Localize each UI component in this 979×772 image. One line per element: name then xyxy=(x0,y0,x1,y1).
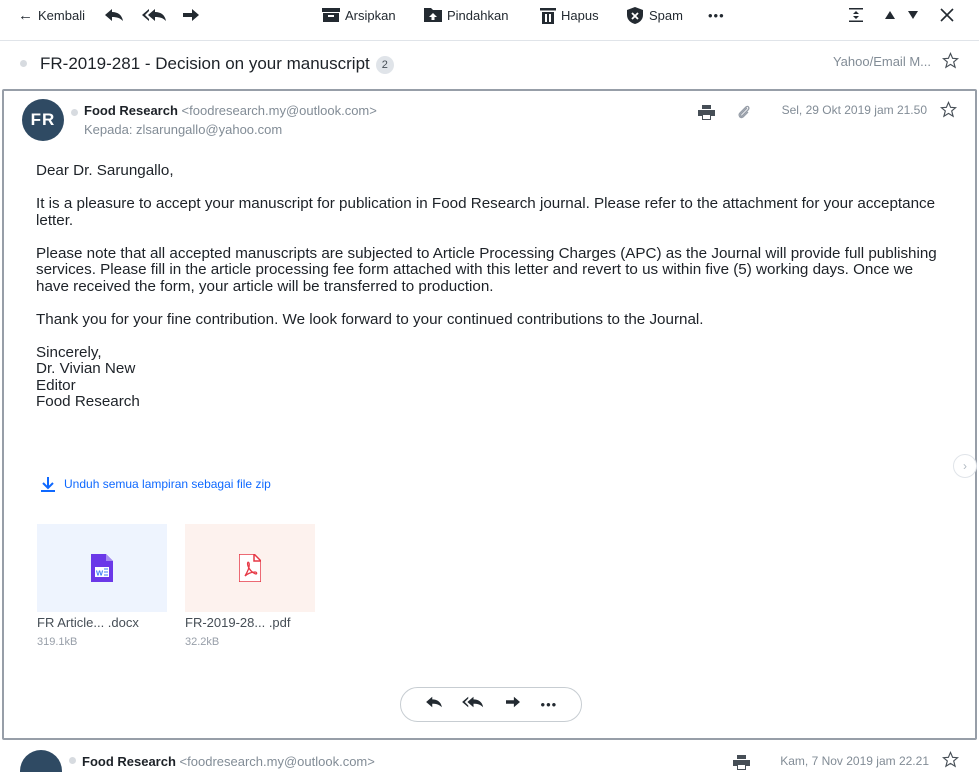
more-icon: ••• xyxy=(708,7,725,23)
close-button[interactable] xyxy=(940,0,954,30)
trash-icon xyxy=(540,7,556,24)
star-icon xyxy=(941,51,960,69)
sender-email: <foodresearch.my@outlook.com> xyxy=(179,754,375,769)
expand-icon xyxy=(849,8,863,22)
attachment-pdf[interactable] xyxy=(185,524,315,612)
reply-icon xyxy=(425,696,442,708)
message-actions: ••• xyxy=(400,687,582,722)
sender-email: <foodresearch.my@outlook.com> xyxy=(181,103,377,118)
avatar-initials: FR xyxy=(30,110,56,129)
printer-icon xyxy=(733,755,750,770)
read-dot xyxy=(71,109,78,116)
signature: Sincerely, Dr. Vivian New Editor Food Re… xyxy=(36,343,946,411)
forward-button[interactable] xyxy=(505,695,521,714)
arrow-left-icon: ← xyxy=(18,6,33,24)
download-zip-label: Unduh semua lampiran sebagai file zip xyxy=(64,477,271,491)
message-date: Sel, 29 Okt 2019 jam 21.50 xyxy=(781,103,927,117)
avatar: FR xyxy=(22,99,64,141)
message-star-button[interactable] xyxy=(939,100,958,123)
forward-button[interactable] xyxy=(182,0,200,30)
download-zip-link[interactable]: Unduh semua lampiran sebagai file zip xyxy=(40,476,271,492)
move-folder-icon xyxy=(424,8,442,22)
attachment-name[interactable]: FR-2019-28... .pdf xyxy=(185,615,291,630)
signature-line: Editor xyxy=(36,376,76,394)
forward-icon xyxy=(505,696,520,708)
reply-icon xyxy=(105,9,123,21)
star-icon xyxy=(941,750,960,768)
reply-button[interactable] xyxy=(425,695,443,714)
spam-label: Spam xyxy=(649,7,683,23)
archive-label: Arsipkan xyxy=(345,7,396,23)
body-paragraph: Thank you for your fine contribution. We… xyxy=(36,310,704,328)
archive-button[interactable]: Arsipkan xyxy=(322,0,396,30)
caret-up-icon xyxy=(885,11,895,19)
subject-text: FR-2019-281 - Decision on your manuscrip… xyxy=(40,54,370,73)
caret-down-icon xyxy=(908,11,918,19)
body-paragraph: Please note that all accepted manuscript… xyxy=(36,244,937,295)
signature-line: Dr. Vivian New xyxy=(36,360,136,377)
close-icon xyxy=(940,8,954,22)
attachment-name[interactable]: FR Article... .docx xyxy=(37,615,139,630)
svg-text:W: W xyxy=(96,569,104,578)
message-star-button[interactable] xyxy=(941,750,960,772)
attachment-indicator xyxy=(737,104,751,125)
unread-dot xyxy=(20,60,27,67)
forward-icon xyxy=(183,9,199,21)
reply-all-icon xyxy=(462,696,484,708)
expand-collapse-button[interactable] xyxy=(849,0,863,30)
star-button[interactable] xyxy=(941,51,960,74)
print-button[interactable] xyxy=(698,105,715,125)
avatar xyxy=(20,750,62,772)
message-count-badge: 2 xyxy=(375,55,394,74)
recipient: Kepada: zlsarungallo@yahoo.com xyxy=(84,122,283,137)
sender[interactable]: Food Research <foodresearch.my@outlook.c… xyxy=(82,754,375,769)
reply-all-icon xyxy=(142,9,166,21)
next-message-button[interactable] xyxy=(908,0,918,30)
attachment-docx[interactable]: W xyxy=(37,524,167,612)
read-dot xyxy=(69,757,76,764)
more-button[interactable]: ••• xyxy=(708,0,725,30)
greeting: Dear Dr. Sarungallo, xyxy=(36,162,174,179)
back-label: Kembali xyxy=(38,7,85,23)
sender[interactable]: Food Research <foodresearch.my@outlook.c… xyxy=(84,103,377,118)
back-button[interactable]: ← Kembali xyxy=(18,0,85,30)
message-date: Kam, 7 Nov 2019 jam 22.21 xyxy=(780,754,929,768)
word-file-icon: W xyxy=(91,554,113,582)
signature-line: Sincerely, xyxy=(36,343,102,361)
attachment-size: 319.1kB xyxy=(37,636,78,648)
folder-label[interactable]: Yahoo/Email M... xyxy=(833,54,931,69)
shield-icon xyxy=(627,6,643,24)
message-card: FR Food Research <foodresearch.my@outloo… xyxy=(2,89,977,740)
paperclip-icon xyxy=(738,105,750,119)
thread-subject: FR-2019-281 - Decision on your manuscrip… xyxy=(40,54,394,74)
reply-all-button[interactable] xyxy=(462,695,485,714)
previous-message-button[interactable] xyxy=(885,0,895,30)
next-arrow-button[interactable]: › xyxy=(953,454,977,478)
download-icon xyxy=(41,477,55,492)
signature-line: Food Research xyxy=(36,393,140,410)
chevron-right-icon: › xyxy=(963,459,967,473)
printer-icon xyxy=(698,105,715,120)
move-button[interactable]: Pindahkan xyxy=(424,0,508,30)
reply-all-button[interactable] xyxy=(142,0,168,30)
pdf-file-icon xyxy=(239,554,261,582)
attachment-size: 32.2kB xyxy=(185,636,220,648)
body-paragraph: It is a pleasure to accept your manuscri… xyxy=(36,195,936,229)
delete-button[interactable]: Hapus xyxy=(540,0,599,30)
spam-button[interactable]: Spam xyxy=(627,0,683,30)
message-card-collapsed[interactable]: Food Research <foodresearch.my@outlook.c… xyxy=(0,745,979,772)
delete-label: Hapus xyxy=(561,7,599,23)
archive-icon xyxy=(322,8,340,22)
reply-button[interactable] xyxy=(104,0,124,30)
message-body: Dear Dr. Sarungallo, It is a pleasure to… xyxy=(36,162,946,411)
more-icon: ••• xyxy=(540,697,558,712)
move-label: Pindahkan xyxy=(447,7,509,23)
sender-name: Food Research xyxy=(82,754,176,769)
star-icon xyxy=(939,100,958,118)
print-button[interactable] xyxy=(733,755,750,772)
more-button[interactable]: ••• xyxy=(541,697,558,712)
sender-name: Food Research xyxy=(84,103,178,118)
toolbar: ← Kembali Arsipkan Pindahkan Hapus Spam … xyxy=(0,0,979,30)
